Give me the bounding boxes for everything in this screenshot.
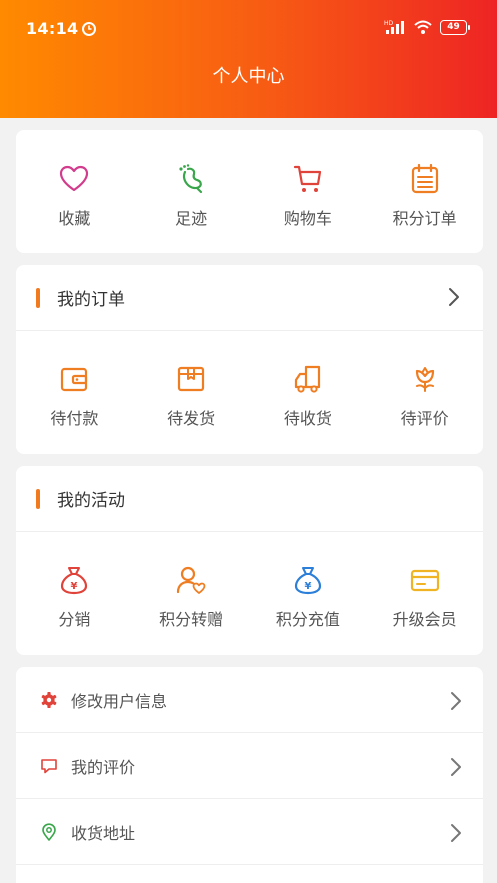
page-title: 个人中心 xyxy=(212,66,285,87)
wifi-icon xyxy=(414,20,432,34)
activity-label: 升级会员 xyxy=(392,610,457,629)
section-accent-bar xyxy=(36,488,40,509)
location-icon xyxy=(42,822,56,841)
activities-title: 我的活动 xyxy=(57,491,125,511)
svg-text:¥: ¥ xyxy=(71,581,78,592)
gear-icon xyxy=(41,691,57,708)
package-icon xyxy=(178,366,205,392)
order-label: 待收货 xyxy=(283,409,332,428)
quick-link-label: 收藏 xyxy=(58,209,91,228)
flower-icon xyxy=(415,367,434,392)
settings-list: 修改用户信息 我的评价 收货地址 xyxy=(16,667,483,883)
truck-icon xyxy=(294,365,320,393)
orders-title: 我的订单 xyxy=(57,290,125,310)
menu-shipping-address[interactable]: 收货地址 xyxy=(16,799,483,865)
status-icons: HD 49 xyxy=(384,19,470,35)
heart-icon xyxy=(60,165,89,192)
order-pending-shipment[interactable]: 待发货 xyxy=(133,363,250,429)
footprint-icon xyxy=(179,164,203,194)
activity-upgrade-membership[interactable]: 升级会员 xyxy=(366,564,483,630)
status-bar: 14:14 HD 49 xyxy=(0,0,497,56)
activities-header: 我的活动 xyxy=(16,466,483,532)
svg-text:¥: ¥ xyxy=(304,581,311,592)
menu-label: 修改用户信息 xyxy=(71,691,168,711)
comment-icon xyxy=(41,758,57,773)
alarm-clock-icon xyxy=(82,21,97,36)
time-text: 14:14 xyxy=(26,19,79,38)
cart-icon xyxy=(293,165,321,192)
quick-link-points-orders[interactable]: 积分订单 xyxy=(366,163,483,229)
section-accent-bar xyxy=(36,287,40,308)
order-label: 待发货 xyxy=(167,409,216,428)
order-label: 待评价 xyxy=(400,409,449,428)
chevron-right-icon xyxy=(451,692,461,710)
card-icon xyxy=(410,569,439,592)
quick-link-label: 足迹 xyxy=(175,209,208,228)
user-heart-icon xyxy=(177,566,206,594)
menu-edit-user-info[interactable]: 修改用户信息 xyxy=(16,667,483,733)
orders-card: 我的订单 待付款 待发货 待收货 待评价 xyxy=(16,265,483,454)
money-bag-icon: ¥ xyxy=(61,567,88,595)
header: 14:14 HD 49 个人中心 xyxy=(0,0,497,118)
activities-card: 我的活动 ¥ 分销 积分转赠 ¥ 积分充值 升级会员 xyxy=(16,466,483,655)
activity-label: 积分转赠 xyxy=(159,610,224,629)
chevron-right-icon xyxy=(449,288,459,306)
quick-link-label: 积分订单 xyxy=(392,209,457,228)
activity-points-recharge[interactable]: ¥ 积分充值 xyxy=(250,564,367,630)
activity-points-transfer[interactable]: 积分转赠 xyxy=(133,564,250,630)
menu-label: 收货地址 xyxy=(71,823,136,843)
wallet-icon xyxy=(61,367,88,392)
order-label: 待付款 xyxy=(50,409,99,428)
order-pending-review[interactable]: 待评价 xyxy=(366,363,483,429)
quick-link-cart[interactable]: 购物车 xyxy=(250,163,367,229)
quick-links-card: 收藏 足迹 购物车 积分订单 xyxy=(16,130,483,253)
order-pending-receipt[interactable]: 待收货 xyxy=(250,363,367,429)
signal-icon: HD xyxy=(384,20,404,34)
chevron-right-icon xyxy=(451,758,461,776)
status-time: 14:14 xyxy=(26,19,97,38)
calendar-list-icon xyxy=(411,163,438,194)
chevron-right-icon xyxy=(451,824,461,842)
network-label: HD xyxy=(384,20,394,27)
quick-link-label: 购物车 xyxy=(283,209,332,228)
orders-header[interactable]: 我的订单 xyxy=(16,265,483,331)
quick-link-favorites[interactable]: 收藏 xyxy=(16,163,133,229)
activity-label: 积分充值 xyxy=(275,610,340,629)
order-pending-payment[interactable]: 待付款 xyxy=(16,363,133,429)
menu-label: 我的评价 xyxy=(71,757,136,777)
money-bag-blue-icon: ¥ xyxy=(294,567,321,595)
battery-icon: 49 xyxy=(440,19,470,35)
battery-level: 49 xyxy=(447,22,460,32)
activity-label: 分销 xyxy=(58,610,91,629)
activity-distribution[interactable]: ¥ 分销 xyxy=(16,564,133,630)
menu-my-reviews[interactable]: 我的评价 xyxy=(16,733,483,799)
quick-link-footprints[interactable]: 足迹 xyxy=(133,163,250,229)
